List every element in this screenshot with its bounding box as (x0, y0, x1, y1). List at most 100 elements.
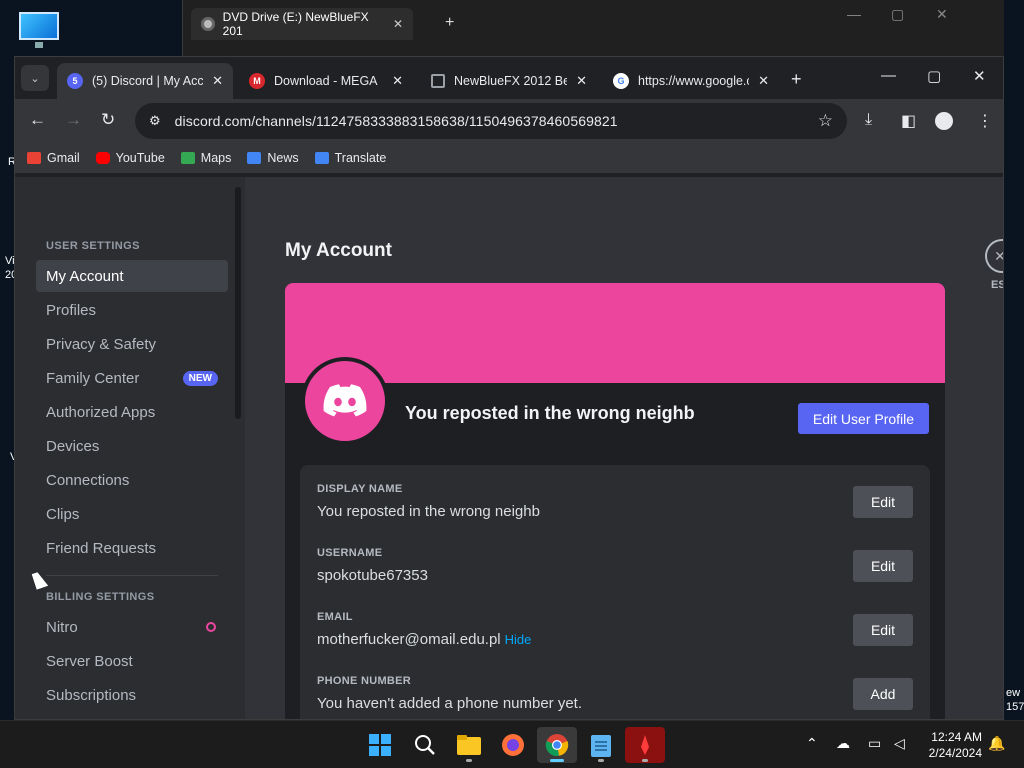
bookmark-news[interactable]: News (247, 151, 299, 165)
sidebar-item-label: Server Boost (46, 652, 133, 670)
close-icon[interactable]: ✕ (758, 73, 769, 89)
profile-display-name: You reposted in the wrong neighb (405, 403, 695, 423)
sidebar-item-label: Devices (46, 437, 100, 455)
maps-icon (180, 152, 195, 164)
sidebar-item-my-account[interactable]: My Account (36, 260, 228, 292)
account-card: You reposted in the wrong neighb Edit Us… (285, 283, 945, 719)
sidebar-item-label: Connections (46, 471, 130, 489)
bookmark-maps[interactable]: Maps (180, 151, 232, 165)
edit-username-button[interactable]: Edit (853, 550, 913, 582)
minimize-icon[interactable]: — (847, 6, 861, 22)
tab-label: Download - MEGA (274, 74, 378, 88)
bookmark-youtube[interactable]: YouTube (95, 151, 165, 165)
phone-number-label: PHONE NUMBER (317, 675, 412, 687)
tab-discord[interactable]: 5 (5) Discord | My Acco ✕ (57, 63, 233, 99)
network-icon[interactable]: ▭ (868, 735, 881, 752)
sidebar-item-friend-requests[interactable]: Friend Requests (36, 532, 228, 564)
sidebar-item-subscriptions[interactable]: Subscriptions (36, 679, 228, 711)
download-icon[interactable]: ⤓ (865, 111, 872, 129)
youtube-icon (95, 152, 110, 164)
sidebar-item-label: Authorized Apps (46, 403, 156, 421)
maximize-icon[interactable]: ▢ (891, 6, 904, 23)
sidebar-item-clips[interactable]: Clips (36, 498, 228, 530)
sidebar-item-profiles[interactable]: Profiles (36, 294, 228, 326)
maximize-icon[interactable]: ▢ (927, 67, 941, 85)
active-indicator (550, 759, 564, 762)
sidebar-item-connections[interactable]: Connections (36, 464, 228, 496)
username-value: spokotube67353 (317, 567, 428, 584)
onedrive-icon[interactable]: ☁ (836, 735, 850, 752)
google-favicon-icon: G (613, 73, 629, 89)
bookmark-star-icon[interactable]: ☆ (818, 111, 833, 131)
close-icon[interactable]: ✕ (393, 17, 403, 31)
sidebar-item-family-center[interactable]: Family Center NEW (36, 362, 228, 394)
this-pc-desktop-icon[interactable] (17, 10, 61, 50)
edit-user-profile-button[interactable]: Edit User Profile (798, 403, 929, 434)
explorer-tab[interactable]: DVD Drive (E:) NewBlueFX 201 ✕ (191, 8, 413, 40)
sidebar-item-privacy-safety[interactable]: Privacy & Safety (36, 328, 228, 360)
explorer-tab-title: DVD Drive (E:) NewBlueFX 201 (222, 10, 369, 38)
new-tab-button[interactable]: + (791, 69, 802, 90)
sidebar-item-nitro[interactable]: Nitro (36, 611, 228, 643)
page-title: My Account (285, 240, 392, 261)
sidebar-item-server-boost[interactable]: Server Boost (36, 645, 228, 677)
search-icon (415, 735, 435, 755)
explorer-new-tab-button[interactable]: + (445, 14, 454, 32)
sidebar-item-authorized-apps[interactable]: Authorized Apps (36, 396, 228, 428)
volume-muted-icon[interactable]: ◁ (894, 735, 905, 752)
side-panel-icon[interactable]: ◧ (901, 111, 916, 131)
edit-email-button[interactable]: Edit (853, 614, 913, 646)
sidebar-item-devices[interactable]: Devices (36, 430, 228, 462)
tab-newbluefx[interactable]: NewBlueFX 2012 Bet ✕ (421, 63, 597, 99)
esc-label: ES (991, 279, 1003, 291)
close-icon[interactable]: ✕ (973, 67, 986, 85)
bookmark-gmail[interactable]: Gmail (27, 151, 80, 165)
close-icon[interactable]: ✕ (212, 73, 223, 89)
taskbar-notepad[interactable] (581, 727, 621, 763)
add-phone-button[interactable]: Add (853, 678, 913, 710)
notification-bell-icon[interactable]: 🔔 (988, 735, 1005, 752)
tab-search-button[interactable]: ⌄ (21, 65, 49, 91)
bookmark-label: YouTube (115, 151, 165, 165)
taskbar-firefox[interactable] (493, 727, 533, 763)
close-icon[interactable]: ✕ (936, 6, 948, 23)
clock[interactable]: 12:24 AM 2/24/2024 (918, 729, 982, 761)
archive-favicon-icon (431, 74, 445, 88)
media-app-icon (641, 735, 649, 755)
close-icon[interactable]: ✕ (392, 73, 403, 89)
url-text[interactable]: discord.com/channels/1124758333883158638… (175, 113, 804, 129)
file-explorer-window: DVD Drive (E:) NewBlueFX 201 ✕ + — ▢ ✕ (182, 0, 1004, 60)
avatar[interactable] (301, 357, 389, 445)
bookmark-translate[interactable]: Translate (314, 151, 387, 165)
edit-display-name-button[interactable]: Edit (853, 486, 913, 518)
menu-icon[interactable]: ⋮ (977, 111, 993, 131)
sidebar-item-label: Privacy & Safety (46, 335, 157, 353)
search-button[interactable] (405, 727, 445, 763)
close-settings-button[interactable]: ✕ ES (985, 239, 1003, 291)
email-row: motherfucker@omail.edu.pl Hide (317, 631, 531, 648)
tab-google[interactable]: G https://www.google.c ✕ (603, 63, 779, 99)
taskbar-media-app[interactable] (625, 727, 665, 763)
username-label: USERNAME (317, 547, 383, 559)
firefox-icon (502, 734, 524, 756)
sidebar-scrollbar[interactable] (235, 187, 241, 419)
hide-email-link[interactable]: Hide (505, 632, 532, 647)
back-icon[interactable]: ← (29, 110, 46, 130)
forward-icon[interactable]: → (65, 110, 82, 130)
start-button[interactable] (360, 727, 400, 763)
chrome-window: ⌄ 5 (5) Discord | My Acco ✕ M Download -… (14, 56, 1004, 720)
bookmark-label: Maps (200, 151, 232, 165)
taskbar-chrome[interactable] (537, 727, 577, 763)
close-icon[interactable]: ✕ (576, 73, 587, 89)
minimize-icon[interactable]: — (881, 67, 896, 84)
reload-icon[interactable]: ↻ (101, 110, 115, 130)
bookmark-label: Gmail (47, 151, 80, 165)
taskbar-file-explorer[interactable] (449, 727, 489, 763)
profile-avatar-icon[interactable] (935, 112, 953, 130)
site-info-icon[interactable]: ⚙ (149, 113, 161, 129)
address-bar[interactable]: ⚙ discord.com/channels/11247583338831586… (135, 103, 847, 139)
show-hidden-icons-icon[interactable]: ⌃ (806, 735, 818, 752)
bookmark-label: Translate (334, 151, 387, 165)
profile-banner (285, 283, 945, 383)
tab-mega[interactable]: M Download - MEGA ✕ (239, 63, 413, 99)
